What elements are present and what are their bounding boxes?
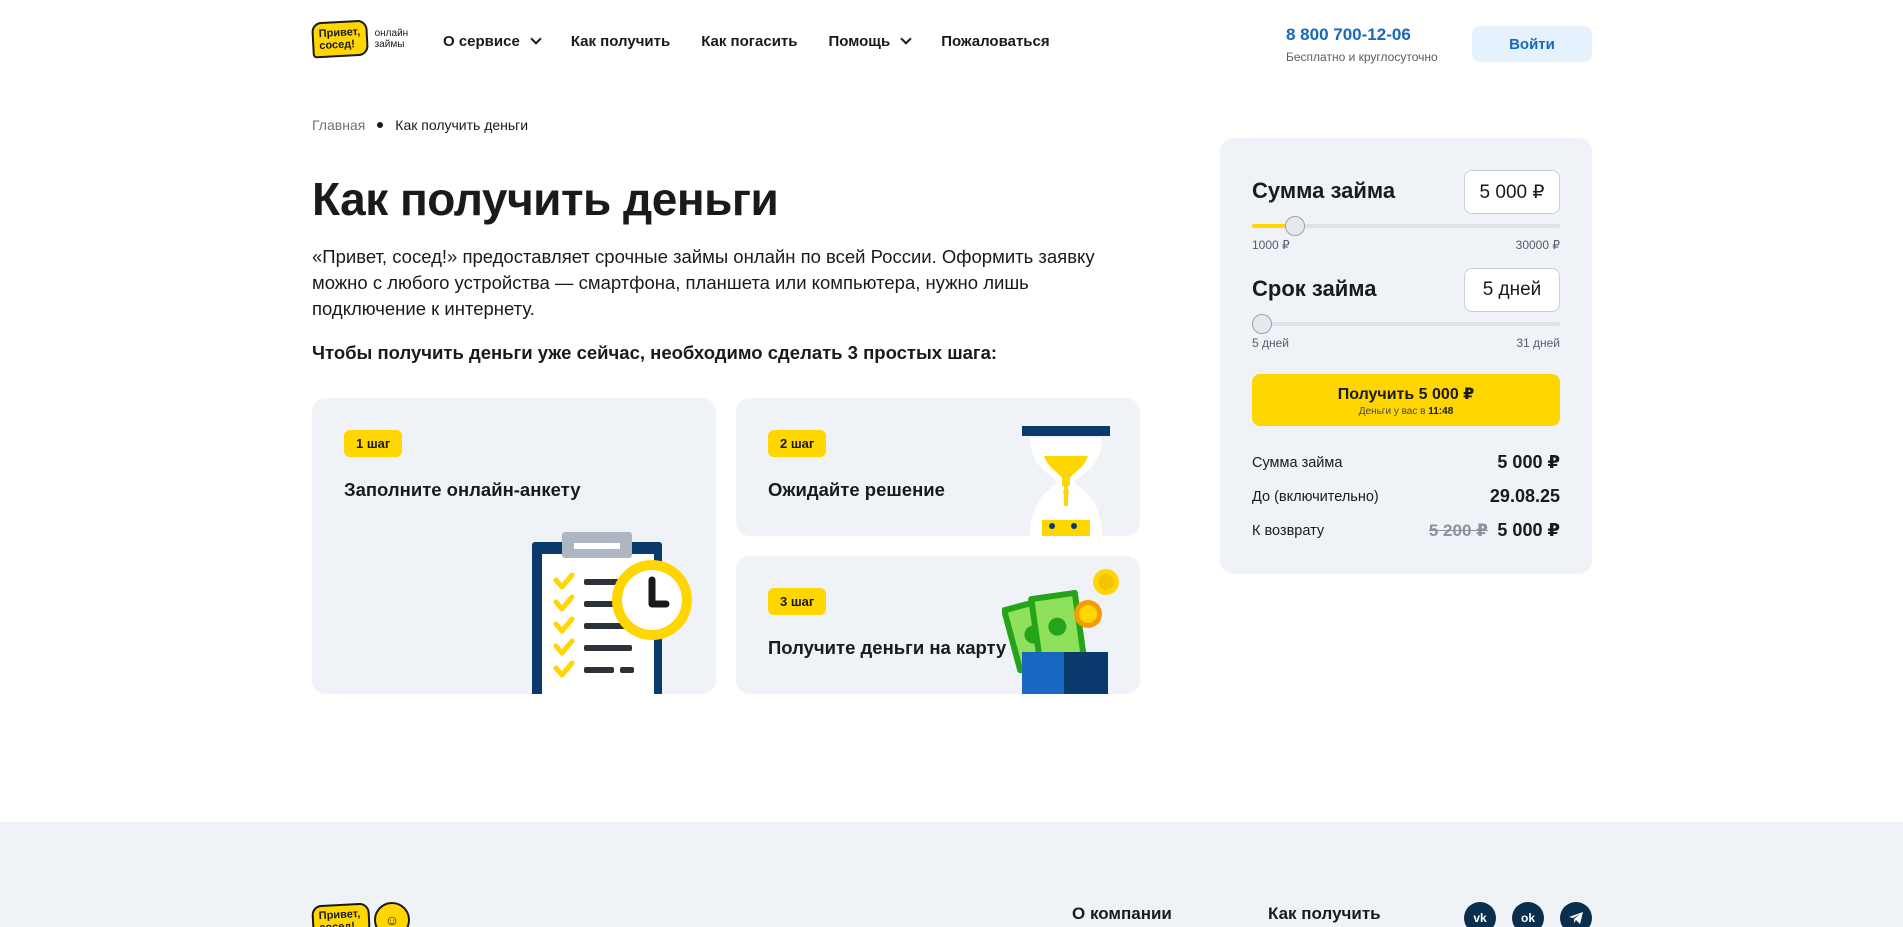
amount-label: Сумма займа xyxy=(1252,178,1396,203)
amount-input[interactable]: 5 000 ₽ xyxy=(1464,170,1560,214)
logo-subtitle: онлайн займы xyxy=(374,28,409,50)
vk-icon[interactable]: vk xyxy=(1464,902,1496,927)
cta-sub-time: 11:48 xyxy=(1428,405,1454,417)
hourglass-icon xyxy=(1022,426,1110,536)
nav-item-help[interactable]: Помощь xyxy=(828,33,912,50)
cta-subtitle: Деньги у вас в 11:48 xyxy=(1359,406,1454,417)
page-title: Как получить деньги xyxy=(312,173,779,225)
logo-badge: Привет, сосед! xyxy=(311,19,369,59)
nav-item-how-to-get[interactable]: Как получить xyxy=(571,33,670,50)
term-max: 31 дней xyxy=(1516,336,1560,350)
telegram-icon[interactable] xyxy=(1560,902,1592,927)
nav-item-about[interactable]: О сервисе xyxy=(443,33,542,50)
clipboard-clock-icon xyxy=(532,532,692,694)
ok-icon[interactable]: ok xyxy=(1512,902,1544,927)
cta-label: Получить 5 000 ₽ xyxy=(1337,385,1475,403)
summary-row-amount: Сумма займа 5 000 ₽ xyxy=(1252,452,1560,473)
term-slider[interactable] xyxy=(1252,314,1560,334)
footer-logo-badge: Привет, сосед! xyxy=(311,902,371,927)
nav-item-complain[interactable]: Пожаловаться xyxy=(941,33,1049,50)
nav-item-how-to-repay[interactable]: Как погасить xyxy=(701,33,797,50)
breadcrumb: Главная Как получить деньги xyxy=(312,117,528,133)
money-wallet-icon xyxy=(1002,569,1119,694)
summary-value: 5 000 ₽ xyxy=(1497,452,1560,472)
term-min: 5 дней xyxy=(1252,336,1290,350)
chevron-down-icon xyxy=(900,33,912,45)
footer-link-about[interactable]: О компании xyxy=(1072,904,1172,924)
term-slider-handle[interactable] xyxy=(1252,314,1272,334)
site-logo[interactable]: Привет, сосед! онлайн займы xyxy=(311,19,412,59)
nav-label: О сервисе xyxy=(443,33,520,50)
summary-value: 29.08.25 xyxy=(1489,486,1560,506)
summary-row-return: К возврату 5 200 ₽ 5 000 ₽ xyxy=(1252,520,1560,541)
summary-value: 5 000 ₽ xyxy=(1497,520,1560,540)
phone-link[interactable]: 8 800 700-12-06 xyxy=(1286,25,1438,45)
step-badge: 2 шаг xyxy=(768,430,827,457)
summary-value-group: 5 200 ₽ 5 000 ₽ xyxy=(1429,520,1560,541)
amount-slider[interactable] xyxy=(1252,216,1560,236)
step-card-1: 1 шаг Заполните онлайн-анкету xyxy=(312,398,716,694)
step-text: Ожидайте решение xyxy=(768,479,945,500)
term-label: Срок займа xyxy=(1252,276,1377,301)
summary-old-value: 5 200 ₽ xyxy=(1428,521,1488,540)
chevron-down-icon xyxy=(530,33,542,45)
telegram-plane xyxy=(1569,912,1583,924)
cta-sub-prefix: Деньги у вас в xyxy=(1358,405,1426,417)
nav-label: Пожаловаться xyxy=(941,33,1050,50)
summary-label: Сумма займа xyxy=(1252,454,1343,471)
step-card-3: 3 шаг Получите деньги на карту xyxy=(736,556,1140,694)
term-input[interactable]: 5 дней xyxy=(1464,268,1560,312)
main-nav: О сервисе Как получить Как погасить Помо… xyxy=(443,33,1050,50)
breadcrumb-current: Как получить деньги xyxy=(395,117,529,133)
amount-min: 1000 ₽ xyxy=(1252,238,1290,252)
footer-link-how-to-get[interactable]: Как получить xyxy=(1268,904,1381,924)
step-card-2: 2 шаг Ожидайте решение xyxy=(736,398,1140,536)
nav-label: Как погасить xyxy=(701,33,798,50)
amount-max: 30000 ₽ xyxy=(1515,238,1560,252)
nav-label: Помощь xyxy=(828,33,891,50)
summary-label: До (включительно) xyxy=(1252,488,1379,505)
step-badge: 1 шаг xyxy=(344,430,403,457)
phone-subtitle: Бесплатно и круглосуточно xyxy=(1286,50,1438,64)
step-badge: 3 шаг xyxy=(768,588,827,615)
mascot-icon: ☺ xyxy=(374,902,410,927)
site-footer: Привет, сосед! ☺ О компании Как получить… xyxy=(0,822,1903,927)
breadcrumb-separator xyxy=(377,122,384,128)
intro-text: «Привет, сосед!» предоставляет срочные з… xyxy=(312,246,1095,319)
phone-block: 8 800 700-12-06 Бесплатно и круглосуточн… xyxy=(1286,25,1438,64)
summary-row-date: До (включительно) 29.08.25 xyxy=(1252,486,1560,507)
breadcrumb-home[interactable]: Главная xyxy=(312,117,365,133)
footer-logo[interactable]: Привет, сосед! ☺ xyxy=(311,902,410,927)
amount-slider-handle[interactable] xyxy=(1284,216,1305,236)
step-text: Получите деньги на карту xyxy=(768,637,1007,658)
nav-label: Как получить xyxy=(570,33,671,50)
summary-label: К возврату xyxy=(1252,522,1325,539)
site-header: Привет, сосед! онлайн займы О сервисе Ка… xyxy=(311,0,1592,88)
get-money-button[interactable]: Получить 5 000 ₽ Деньги у вас в 11:48 xyxy=(1252,374,1560,426)
loan-calculator: Сумма займа 5 000 ₽ 1000 ₽ 30000 ₽ Срок … xyxy=(1220,138,1592,574)
step-text: Заполните онлайн-анкету xyxy=(344,479,581,500)
login-button[interactable]: Войти xyxy=(1472,26,1592,62)
steps-heading: Чтобы получить деньги уже сейчас, необхо… xyxy=(312,342,998,363)
